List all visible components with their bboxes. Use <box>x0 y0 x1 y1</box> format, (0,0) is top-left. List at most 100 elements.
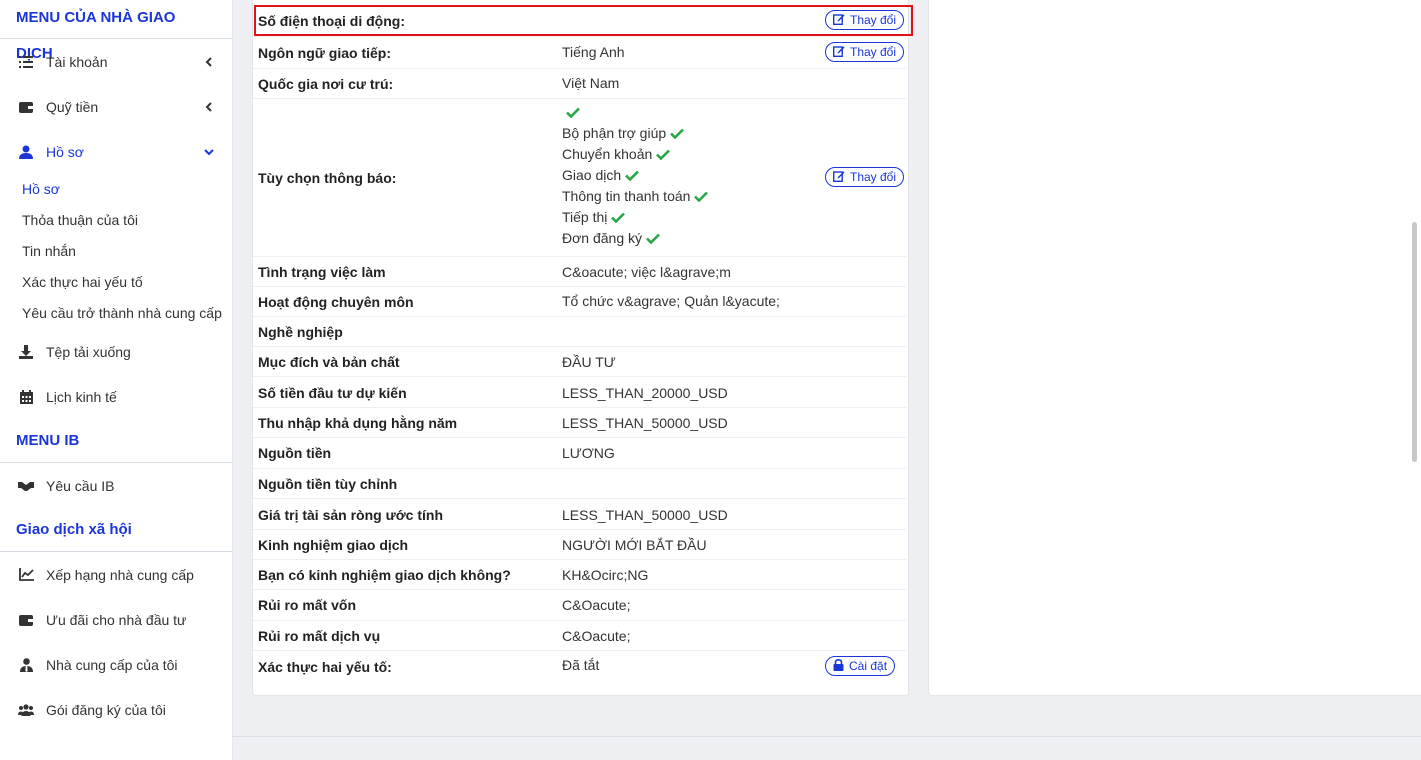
profile-key: Xác thực hai yếu tố: <box>258 659 392 675</box>
profile-key: Thu nhập khả dụng hằng năm <box>258 415 458 431</box>
change-language-button[interactable]: Thay đổi <box>825 42 905 62</box>
change-notifications-button[interactable]: Thay đổi <box>825 167 905 187</box>
profile-row-has-experience: Bạn có kinh nghiệm giao dịch không? KH&O… <box>253 559 906 590</box>
chevron-left-icon <box>204 101 214 112</box>
sidebar-item-label: Lịch kinh tế <box>46 388 117 405</box>
check-icon <box>646 233 660 244</box>
sidebar-item-provider-ranking[interactable]: Xếp hạng nhà cung cấp <box>0 552 232 597</box>
profile-key: Nguồn tiền <box>258 445 332 461</box>
profile-row-country: Quốc gia nơi cư trú: Việt Nam <box>253 68 906 99</box>
profile-key: Quốc gia nơi cư trú: <box>258 76 394 92</box>
sidebar-item-funds[interactable]: Quỹ tiền <box>0 84 232 129</box>
sidebar-subitem-messages[interactable]: Tin nhắn <box>0 236 232 267</box>
profile-value: C&Oacute; <box>562 628 631 644</box>
profile-row-service-loss-risk: Rủi ro mất dịch vụ C&Oacute; <box>253 620 906 651</box>
wallet-icon <box>18 612 34 628</box>
profile-key: Tùy chọn thông báo: <box>258 170 397 186</box>
check-icon <box>625 170 640 181</box>
button-label: Cài đặt <box>849 659 888 673</box>
profile-row-notifications: Tùy chọn thông báo: Bộ phận trợ giúp Chu… <box>253 98 906 257</box>
notification-option: Đơn đăng ký <box>562 228 708 249</box>
side-card <box>928 0 1421 696</box>
check-icon <box>694 191 709 202</box>
profile-key: Bạn có kinh nghiệm giao dịch không? <box>258 567 511 583</box>
profile-row-occupation: Nghề nghiệp <box>253 316 906 347</box>
profile-key: Rủi ro mất vốn <box>258 597 357 613</box>
notification-options-list: Bộ phận trợ giúp Chuyển khoản Giao dịch … <box>562 102 709 249</box>
profile-key: Nguồn tiền tùy chỉnh <box>258 476 398 492</box>
chevron-down-icon <box>204 147 214 157</box>
sidebar-subitem-two-factor[interactable]: Xác thực hai yếu tố <box>0 267 232 298</box>
button-label: Thay đổi <box>850 45 897 59</box>
sidebar-item-label: Tệp tải xuống <box>46 343 131 360</box>
sidebar-item-ib-request[interactable]: Yêu cầu IB <box>0 463 232 508</box>
profile-row-net-worth: Giá trị tài sản ròng ước tính LESS_THAN_… <box>253 498 906 530</box>
sidebar-subitem-agreements[interactable]: Thỏa thuận của tôi <box>0 205 232 236</box>
sidebar-item-label: Gói đăng ký của tôi <box>46 701 166 718</box>
highlight-box <box>254 5 913 36</box>
profile-row-two-factor: Xác thực hai yếu tố: Đã tắt Cài đặt <box>253 650 906 682</box>
sidebar-item-label: Hồ sơ <box>46 143 84 160</box>
sidebar-item-profile[interactable]: Hồ sơ <box>0 129 232 174</box>
check-icon <box>656 149 671 160</box>
user-tie-icon <box>18 657 34 673</box>
profile-value: LESS_THAN_20000_USD <box>562 385 728 401</box>
profile-value: Tiếng Anh <box>562 44 625 60</box>
sidebar-item-my-subscriptions[interactable]: Gói đăng ký của tôi <box>0 687 232 732</box>
profile-key: Rủi ro mất dịch vụ <box>258 628 381 644</box>
edit-icon <box>832 170 845 185</box>
sidebar-subitem-become-provider[interactable]: Yêu cầu trở thành nhà cung cấp <box>0 298 232 329</box>
list-icon <box>18 54 34 70</box>
sidebar-item-label: Ưu đãi cho nhà đầu tư <box>46 611 187 628</box>
profile-key: Ngôn ngữ giao tiếp: <box>258 45 392 61</box>
footer-divider <box>232 736 1421 737</box>
chart-line-icon <box>18 567 34 583</box>
download-icon <box>18 344 34 360</box>
sidebar-item-my-providers[interactable]: Nhà cung cấp của tôi <box>0 642 232 687</box>
notification-option: Chuyển khoản <box>562 144 708 165</box>
profile-value: KH&Ocirc;NG <box>562 567 649 583</box>
profile-row-language: Ngôn ngữ giao tiếp: Tiếng Anh Thay đổi <box>253 37 906 69</box>
profile-value: LESS_THAN_50000_USD <box>562 507 728 523</box>
profile-row-capital-loss-risk: Rủi ro mất vốn C&Oacute; <box>253 589 906 621</box>
check-icon <box>566 107 580 118</box>
profile-value: C&oacute; việc l&agrave;m <box>562 264 731 280</box>
sidebar-item-economic-calendar[interactable]: Lịch kinh tế <box>0 374 232 419</box>
button-label: Thay đổi <box>850 170 897 184</box>
notification-option: Thông tin thanh toán <box>562 186 709 207</box>
trader-menu-title: MENU CỦA NHÀ GIAO DỊCH <box>0 0 232 62</box>
sidebar: MENU CỦA NHÀ GIAO DỊCH Tài khoản Quỹ tiề… <box>0 0 233 760</box>
calendar-icon <box>18 389 34 405</box>
user-icon <box>18 144 34 160</box>
profile-row-annual-income: Thu nhập khả dụng hằng năm LESS_THAN_500… <box>253 407 906 438</box>
profile-key: Kinh nghiệm giao dịch <box>258 537 409 553</box>
profile-card: Số điện thoại di động: Thay đổi Ngôn ngữ… <box>252 0 909 696</box>
sidebar-item-label: Tài khoản <box>46 53 108 70</box>
sidebar-subitem-profile[interactable]: Hồ sơ <box>0 174 232 205</box>
sidebar-item-downloads[interactable]: Tệp tải xuống <box>0 329 232 374</box>
edit-icon <box>832 45 845 60</box>
notification-option: Tiếp thị <box>562 207 708 228</box>
profile-row-custom-source-of-funds: Nguồn tiền tùy chỉnh <box>253 468 906 499</box>
profile-row-professional-activity: Hoạt động chuyên môn Tổ chức v&agrave; Q… <box>253 286 906 317</box>
profile-key: Hoạt động chuyên môn <box>258 294 414 310</box>
notification-option: Bộ phận trợ giúp <box>562 123 708 144</box>
profile-row-purpose: Mục đích và bản chất ĐẦU TƯ <box>253 346 906 377</box>
setup-two-factor-button[interactable]: Cài đặt <box>825 656 896 676</box>
profile-value: LESS_THAN_50000_USD <box>562 415 728 431</box>
sidebar-item-investor-offers[interactable]: Ưu đãi cho nhà đầu tư <box>0 597 232 642</box>
check-icon <box>670 128 685 139</box>
sidebar-item-label: Quỹ tiền <box>46 98 99 115</box>
profile-value: ĐẦU TƯ <box>562 354 616 370</box>
profile-value: Tổ chức v&agrave; Quản l&yacute; <box>562 293 780 309</box>
scrollbar[interactable] <box>1412 222 1417 462</box>
profile-row-expected-investment: Số tiền đầu tư dự kiến LESS_THAN_20000_U… <box>253 376 906 408</box>
profile-row-trading-experience: Kinh nghiệm giao dịch NGƯỜI MỚI BẮT ĐẦU <box>253 529 906 560</box>
check-icon <box>611 212 626 223</box>
profile-key: Tình trạng việc làm <box>258 264 386 280</box>
profile-value: LƯƠNG <box>562 445 615 461</box>
profile-key: Mục đích và bản chất <box>258 354 400 370</box>
profile-row-source-of-funds: Nguồn tiền LƯƠNG <box>253 437 906 469</box>
sidebar-item-label: Xếp hạng nhà cung cấp <box>46 566 194 583</box>
profile-value: Việt Nam <box>562 75 620 91</box>
